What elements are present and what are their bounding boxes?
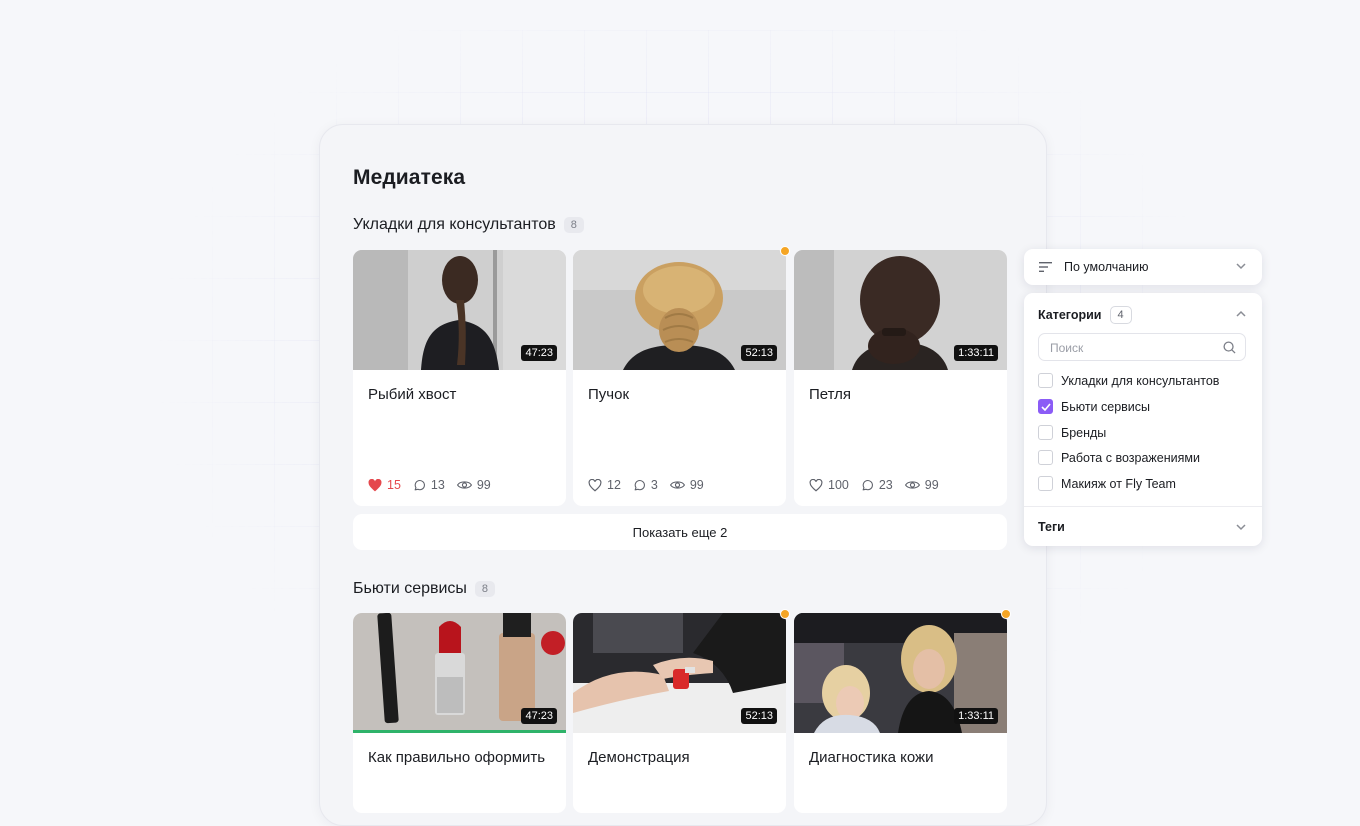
video-thumbnail[interactable]: 1:33:11 [794,250,1007,370]
comment-icon [862,479,873,490]
filter-panel: Категории 4 Укладки для консультантов Бь… [1024,293,1262,546]
video-title: Пучок [588,386,630,403]
categories-count-badge: 4 [1109,306,1132,324]
video-title: Рыбий хвост [368,386,457,403]
view-stat: 99 [904,478,939,492]
video-title: Петля [809,386,852,403]
video-thumbnail[interactable]: 47:23 [353,613,566,733]
category-option-label: Бренды [1061,425,1107,440]
comment-icon [414,479,425,490]
tags-header[interactable]: Теги [1038,520,1065,534]
video-card[interactable]: 47:23 Как правильно оформить [353,613,566,813]
categories-header[interactable]: Категории 4 [1038,306,1132,324]
view-stat: 99 [456,478,491,492]
view-count: 99 [689,478,704,492]
comment-count: 23 [878,478,893,492]
view-count: 99 [924,478,939,492]
video-thumbnail[interactable]: 52:13 [573,250,786,370]
eye-icon [904,481,920,489]
category-option-label: Бьюти сервисы [1061,399,1151,414]
sort-label: По умолчанию [1064,260,1149,274]
view-stat: 99 [669,478,704,492]
like-count: 100 [828,478,849,492]
category-option-objections[interactable]: Работа с возражениями [1038,450,1200,465]
like-count: 15 [387,478,401,492]
comment-stat[interactable]: 23 [861,478,893,492]
checkmark-icon [1040,402,1051,411]
watch-progress-bar [353,730,566,733]
category-option-label: Макияж от Fly Team [1061,476,1176,491]
section-count-badge: 8 [563,217,584,233]
video-duration: 47:23 [521,345,557,361]
view-count: 99 [476,478,491,492]
category-option-makeup[interactable]: Макияж от Fly Team [1038,476,1176,491]
category-option-beauty[interactable]: Бьюти сервисы [1038,399,1150,414]
video-stats: 100 23 99 [809,478,939,492]
like-stat[interactable]: 100 [809,478,849,492]
category-search[interactable] [1038,333,1246,361]
video-title: Диагностика кожи [809,749,934,766]
video-stats: 12 3 99 [588,478,704,492]
section-count-badge: 8 [474,581,495,597]
video-thumbnail[interactable]: 47:23 [353,250,566,370]
video-card[interactable]: 47:23 Рыбий хвост 15 13 99 [353,250,566,506]
category-option-styling[interactable]: Укладки для консультантов [1038,373,1219,388]
show-more-button[interactable]: Показать еще 2 [353,514,1007,550]
checkbox[interactable] [1038,425,1053,440]
video-card[interactable]: 52:13 Пучок 12 3 99 [573,246,790,506]
categories-label: Категории [1038,308,1102,322]
chevron-up-icon[interactable] [1236,310,1246,317]
section-title: Укладки для консультантов [353,216,556,233]
chevron-down-icon[interactable] [1236,524,1246,531]
sort-dropdown[interactable]: По умолчанию [1024,249,1262,285]
comment-icon [634,479,645,490]
video-duration: 52:13 [741,708,777,724]
chevron-down-icon [1236,263,1246,270]
heart-filled-icon [368,478,382,491]
video-card[interactable]: 52:13 Демонстрация [573,609,790,813]
comment-count: 3 [650,478,658,492]
heart-icon [588,478,602,491]
video-card[interactable]: 1:33:11 Диагностика кожи [794,609,1011,813]
video-stats: 15 13 99 [368,478,491,492]
like-count: 12 [607,478,621,492]
checkbox[interactable] [1038,476,1053,491]
video-title: Как правильно оформить [368,749,546,766]
section-title: Бьюти сервисы [353,580,467,597]
section-header-beauty: Бьюти сервисы 8 [353,580,495,598]
video-duration: 1:33:11 [954,708,998,724]
video-duration: 1:33:11 [954,345,998,361]
like-stat[interactable]: 15 [368,478,401,492]
video-card[interactable]: 1:33:11 Петля 100 23 99 [794,250,1007,506]
section-header-styling: Укладки для консультантов 8 [353,216,584,234]
video-thumbnail[interactable]: 52:13 [573,613,786,733]
checkbox[interactable] [1038,450,1053,465]
category-option-label: Укладки для консультантов [1061,373,1220,388]
category-search-input[interactable] [1048,340,1222,356]
video-duration: 52:13 [741,345,777,361]
divider [1024,506,1262,507]
like-stat[interactable]: 12 [588,478,621,492]
comment-stat[interactable]: 3 [633,478,658,492]
sort-icon [1039,262,1052,272]
video-thumbnail[interactable]: 1:33:11 [794,613,1007,733]
new-indicator-dot [780,246,790,256]
video-title: Демонстрация [588,749,690,766]
heart-icon [809,478,823,491]
eye-icon [669,481,685,489]
new-indicator-dot [780,609,790,619]
page-title: Медиатека [353,166,466,189]
search-icon[interactable] [1223,341,1236,354]
eye-icon [456,481,472,489]
checkbox[interactable] [1038,373,1053,388]
comment-stat[interactable]: 13 [413,478,445,492]
category-option-label: Работа с возражениями [1061,450,1200,465]
new-indicator-dot [1001,609,1011,619]
checkbox-checked[interactable] [1038,399,1053,414]
category-option-brands[interactable]: Бренды [1038,425,1106,440]
video-duration: 47:23 [521,708,557,724]
comment-count: 13 [430,478,445,492]
